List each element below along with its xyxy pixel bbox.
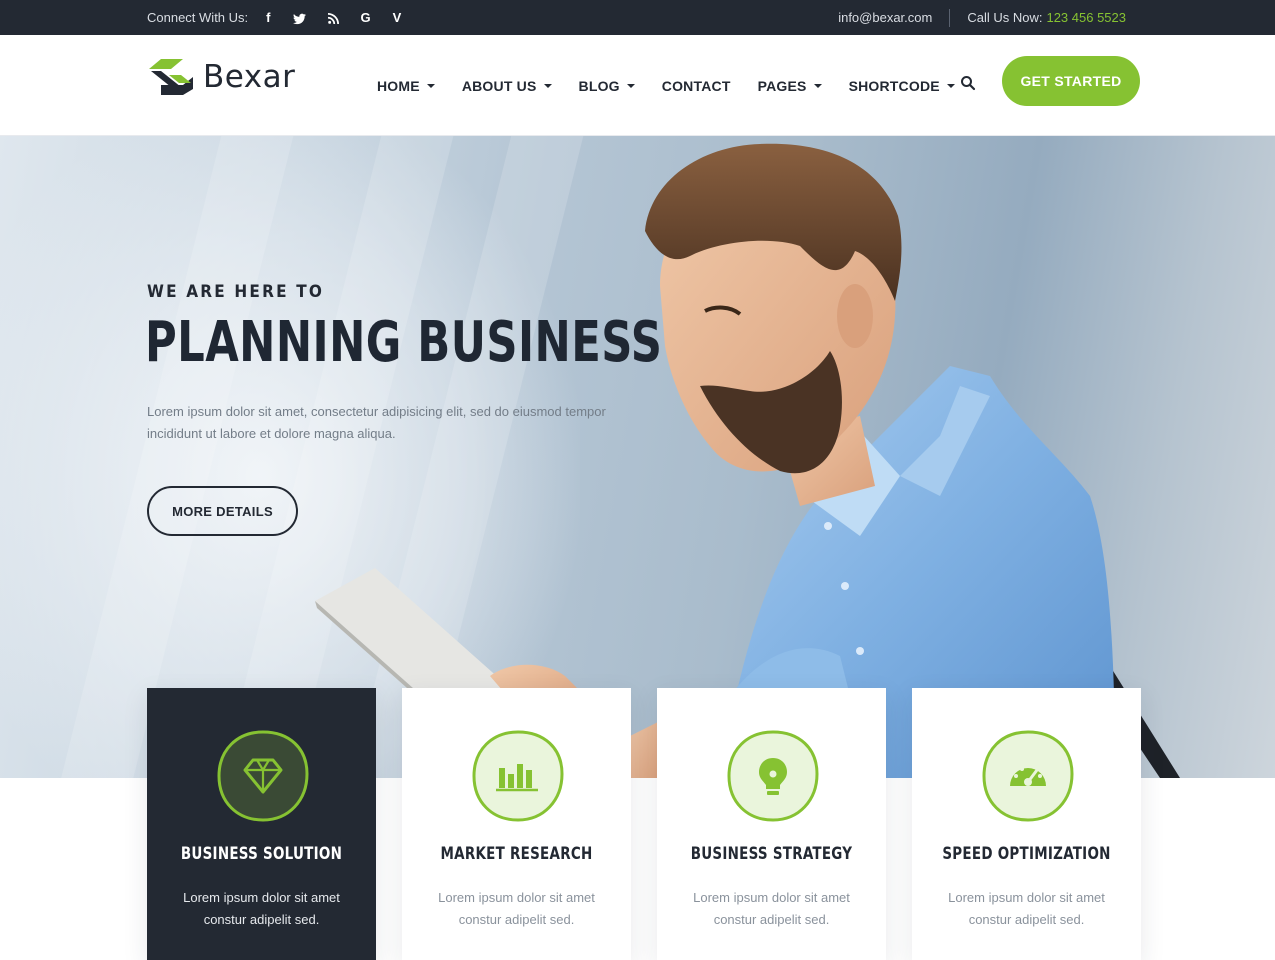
nav-label: HOME [377, 77, 420, 94]
caret-down-icon [543, 84, 552, 88]
caret-down-icon [813, 84, 822, 88]
top-bar: Connect With Us: f G V info@bexar.com Ca… [0, 0, 1275, 35]
hero-lead-text: Lorem ipsum dolor sit amet, consectetur … [147, 404, 606, 441]
email-link[interactable]: info@bexar.com [838, 10, 932, 25]
search-icon[interactable] [960, 75, 976, 91]
service-text: Lorem ipsum dolor sit amet constur adipe… [693, 890, 850, 927]
service-title: BUSINESS SOLUTION [180, 844, 343, 864]
businessman-image [315, 143, 1180, 778]
service-title: BUSINESS STRATEGY [690, 844, 853, 864]
nav-item-pages[interactable]: PAGES [758, 78, 822, 94]
social-connect: Connect With Us: f G V [147, 0, 401, 35]
nav-item-shortcode[interactable]: SHORTCODE [849, 78, 955, 94]
nav-label: SHORTCODE [848, 77, 940, 94]
nav-item-about-us[interactable]: ABOUT US [462, 78, 552, 94]
main-nav: HOME ABOUT US BLOG CONTACT PAGES SHORTCO… [377, 35, 982, 136]
connect-label: Connect With Us: [147, 10, 249, 25]
logo[interactable]: Bexar [147, 57, 295, 97]
site-header: Bexar HOME ABOUT US BLOG CONTACT PAGES S… [0, 35, 1275, 136]
contact-info: info@bexar.com Call Us Now: 123 456 5523 [838, 0, 1126, 35]
phone-link[interactable]: 123 456 5523 [1046, 10, 1126, 25]
logo-text: Bexar [203, 59, 296, 95]
nav-item-home[interactable]: HOME [377, 78, 435, 94]
service-card-business-strategy[interactable]: BUSINESS STRATEGY Lorem ipsum dolor sit … [657, 688, 886, 960]
twitter-icon[interactable] [292, 0, 306, 35]
divider [949, 8, 951, 27]
nav-item-contact[interactable]: CONTACT [662, 78, 731, 94]
social-links: f G V [266, 0, 401, 35]
bar-chart-icon [472, 730, 564, 822]
service-title: MARKET RESEARCH [440, 844, 593, 864]
caret-down-icon [946, 84, 955, 88]
nav-label: ABOUT US [461, 77, 537, 94]
nav-label: PAGES [757, 77, 807, 94]
speedometer-icon [982, 730, 1074, 822]
nav-label: CONTACT [661, 77, 731, 94]
service-card-business-solution[interactable]: BUSINESS SOLUTION Lorem ipsum dolor sit … [147, 688, 376, 960]
google-icon[interactable]: G [361, 0, 371, 35]
service-text: Lorem ipsum dolor sit amet constur adipe… [183, 890, 340, 927]
services-row: BUSINESS SOLUTION Lorem ipsum dolor sit … [147, 688, 1141, 960]
service-card-market-research[interactable]: MARKET RESEARCH Lorem ipsum dolor sit am… [402, 688, 631, 960]
get-started-button[interactable]: GET STARTED [1002, 56, 1140, 106]
nav-item-blog[interactable]: BLOG [579, 78, 635, 94]
caret-down-icon [426, 84, 435, 88]
hero-section: WE ARE HERE TO PLANNING BUSINESS Lorem i… [0, 136, 1275, 778]
hero-kicker: WE ARE HERE TO [147, 282, 325, 302]
lightbulb-icon [727, 730, 819, 822]
logo-mark-icon [149, 59, 193, 95]
facebook-icon[interactable]: f [266, 0, 270, 35]
vimeo-icon[interactable]: V [393, 0, 402, 35]
service-title: SPEED OPTIMIZATION [942, 844, 1111, 864]
service-text: Lorem ipsum dolor sit amet constur adipe… [438, 890, 595, 927]
hero-headline: PLANNING BUSINESS [145, 310, 663, 375]
rss-icon[interactable] [327, 0, 339, 35]
diamond-icon [217, 730, 309, 822]
more-details-button[interactable]: MORE DETAILS [147, 486, 298, 536]
nav-label: BLOG [578, 77, 620, 94]
caret-down-icon [626, 84, 635, 88]
call-label: Call Us Now: [967, 10, 1043, 25]
service-card-speed-optimization[interactable]: SPEED OPTIMIZATION Lorem ipsum dolor sit… [912, 688, 1141, 960]
service-text: Lorem ipsum dolor sit amet constur adipe… [948, 890, 1105, 927]
